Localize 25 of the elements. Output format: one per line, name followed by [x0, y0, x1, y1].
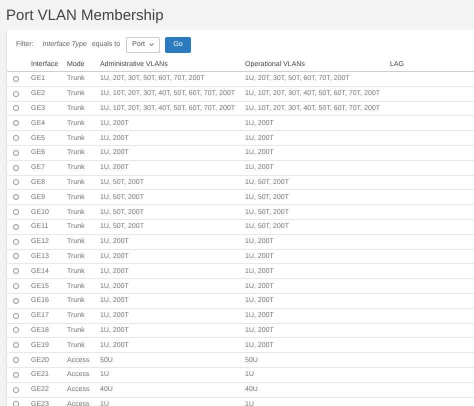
- row-radio-button[interactable]: [13, 401, 19, 406]
- row-radio-button[interactable]: [13, 224, 19, 230]
- row-radio-button[interactable]: [13, 120, 19, 126]
- row-radio-button[interactable]: [13, 209, 19, 216]
- row-radio-button[interactable]: [13, 105, 19, 112]
- row-radio-button[interactable]: [13, 312, 19, 319]
- row-radio-button[interactable]: [13, 253, 19, 260]
- row-radio-button[interactable]: [13, 357, 19, 364]
- row-radio-button[interactable]: [13, 342, 19, 348]
- page-title: Port VLAN Membership: [6, 6, 164, 24]
- row-radio-button[interactable]: [13, 194, 19, 200]
- row-radio-button[interactable]: [13, 298, 19, 304]
- row-radio-button[interactable]: [13, 179, 19, 186]
- row-radio-button[interactable]: [13, 90, 19, 97]
- row-radio-button[interactable]: [13, 268, 19, 274]
- row-radio-button[interactable]: [13, 164, 19, 171]
- row-radio-button[interactable]: [13, 283, 19, 290]
- row-radio-button[interactable]: [13, 372, 19, 378]
- row-radio-button[interactable]: [13, 150, 19, 156]
- row-radio-button[interactable]: [13, 135, 19, 142]
- row-radio-button[interactable]: [13, 76, 19, 82]
- row-radio-button[interactable]: [13, 238, 19, 245]
- row-radio-button[interactable]: [13, 327, 19, 334]
- row-radio-button[interactable]: [13, 386, 19, 393]
- caret-icon: [149, 43, 154, 46]
